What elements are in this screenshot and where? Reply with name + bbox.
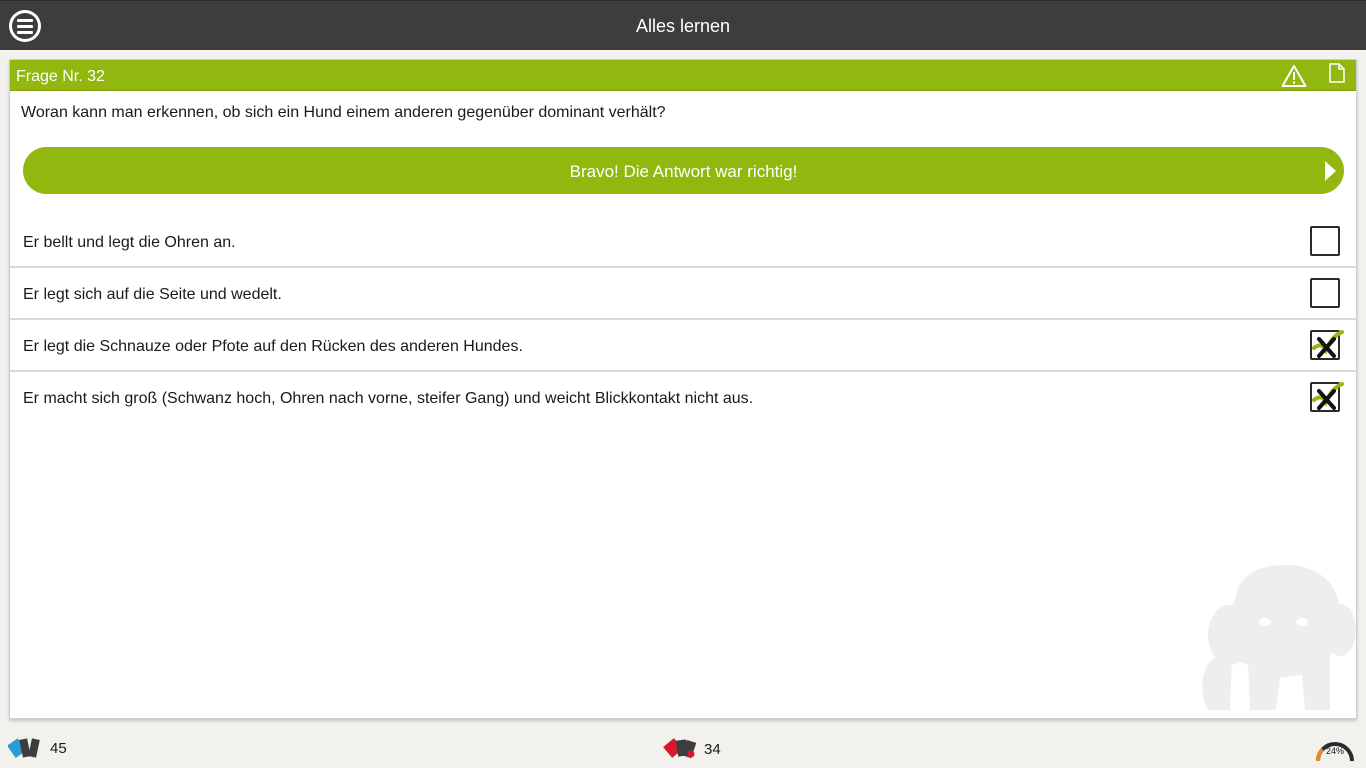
- answer-row[interactable]: Er macht sich groß (Schwanz hoch, Ohren …: [10, 372, 1356, 424]
- answer-checkbox[interactable]: [1310, 330, 1344, 360]
- cards-stat[interactable]: 45: [8, 737, 67, 759]
- answer-checkbox[interactable]: [1310, 278, 1340, 308]
- progress-gauge[interactable]: 24%: [1313, 733, 1357, 763]
- question-header: Frage Nr. 32: [10, 60, 1356, 91]
- question-card: Frage Nr. 32 Woran kann man erkennen, ob…: [9, 59, 1357, 719]
- check-correct-icon: [1312, 382, 1344, 410]
- answer-text: Er legt die Schnauze oder Pfote auf den …: [23, 338, 523, 355]
- answer-text: Er macht sich groß (Schwanz hoch, Ohren …: [23, 390, 754, 407]
- mascot-watermark: [1202, 565, 1356, 710]
- cards-count: 45: [50, 739, 67, 757]
- page-title: Alles lernen: [635, 16, 731, 36]
- wrong-count: 34: [704, 740, 721, 758]
- answer-row[interactable]: Er bellt und legt die Ohren an.: [10, 216, 1356, 268]
- answer-checkbox[interactable]: [1310, 382, 1344, 412]
- warning-icon[interactable]: [1281, 64, 1307, 88]
- answer-row[interactable]: Er legt sich auf die Seite und wedelt.: [10, 268, 1356, 320]
- result-label: Bravo! Die Antwort war richtig!: [569, 162, 798, 181]
- answer-list: Er bellt und legt die Ohren an. Er legt …: [10, 216, 1356, 424]
- cards-icon: [8, 738, 40, 758]
- next-arrow-icon: [1325, 161, 1336, 181]
- result-next-button[interactable]: Bravo! Die Antwort war richtig!: [23, 147, 1344, 194]
- wrong-stat[interactable]: 34: [662, 737, 721, 761]
- wrong-cards-icon: [663, 738, 697, 759]
- bottom-bar: 45 34 24%: [0, 727, 1366, 768]
- question-number: Frage Nr. 32: [16, 68, 105, 85]
- progress-percent: 24%: [1325, 746, 1344, 756]
- check-correct-icon: [1312, 330, 1344, 358]
- top-bar: Alles lernen: [0, 0, 1366, 50]
- answer-row[interactable]: Er legt die Schnauze oder Pfote auf den …: [10, 320, 1356, 372]
- answer-text: Er legt sich auf die Seite und wedelt.: [23, 286, 282, 303]
- answer-text: Er bellt und legt die Ohren an.: [23, 234, 236, 251]
- question-text: Woran kann man erkennen, ob sich ein Hun…: [21, 104, 666, 121]
- answer-checkbox[interactable]: [1310, 226, 1340, 256]
- note-icon[interactable]: [1328, 63, 1346, 83]
